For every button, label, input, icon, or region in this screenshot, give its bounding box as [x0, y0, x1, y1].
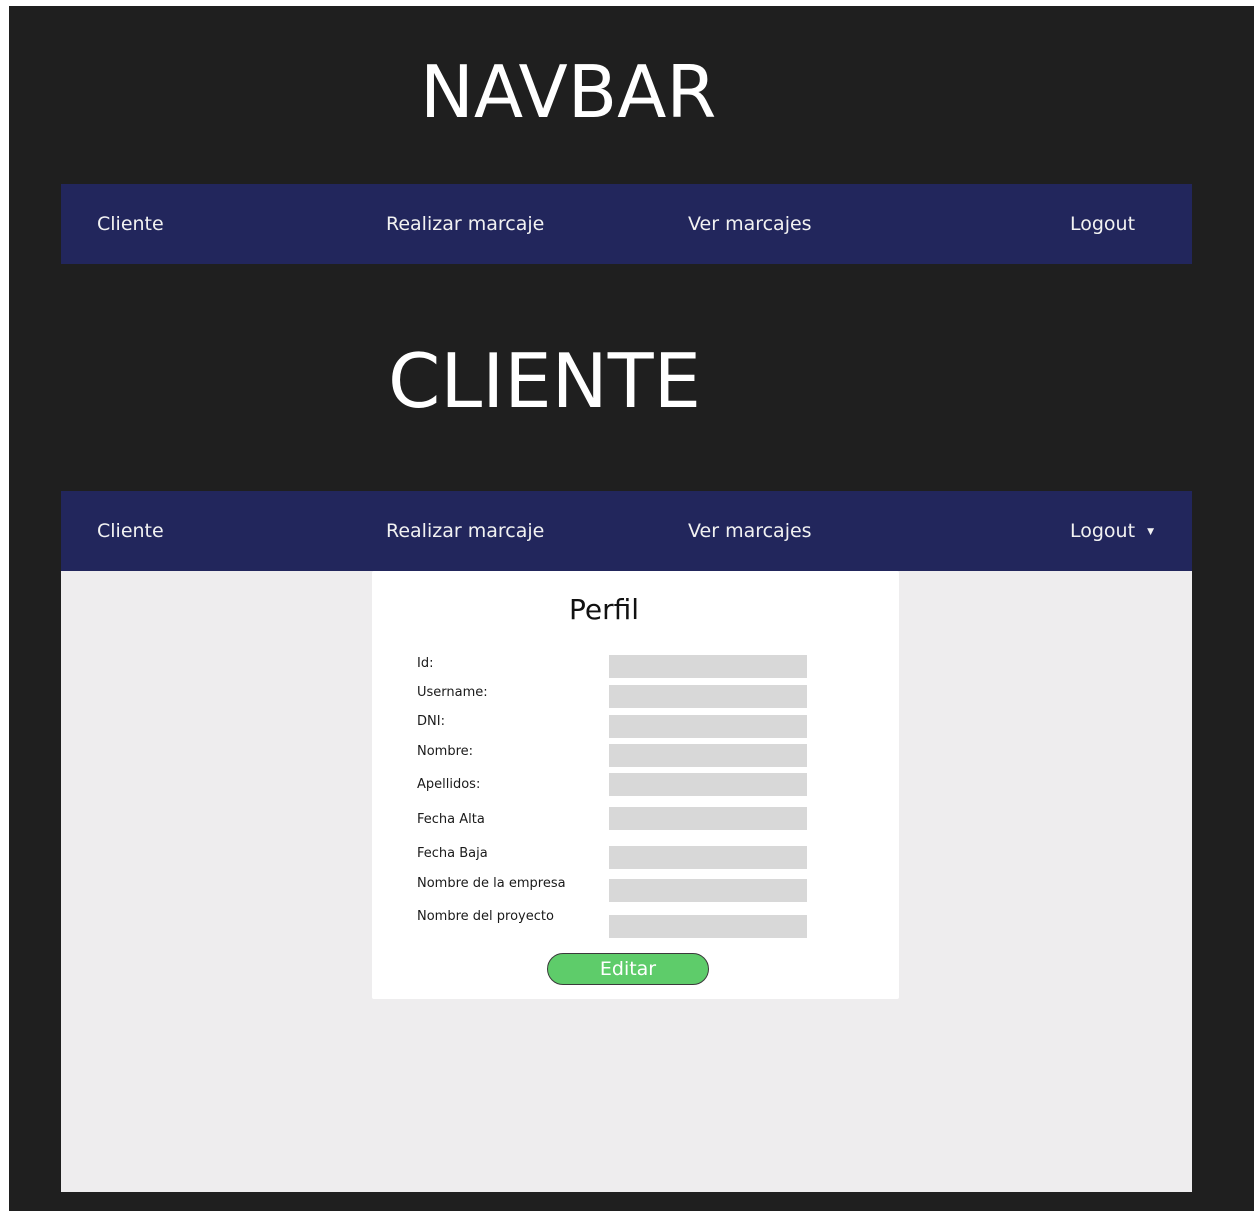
nav-link-ver-marcajes[interactable]: Ver marcajes: [688, 184, 812, 264]
field-label-id: Id:: [417, 656, 434, 671]
cliente-section-heading: CLIENTE: [388, 337, 701, 425]
field-label-fecha-alta: Fecha Alta: [417, 812, 485, 827]
navbar-cliente: Cliente Realizar marcaje Ver marcajes Lo…: [61, 491, 1192, 571]
logout-label: Logout: [1070, 520, 1136, 542]
caret-down-icon: ▼: [1147, 527, 1154, 537]
navbar-section-heading: NAVBAR: [420, 50, 717, 134]
nav-link-cliente[interactable]: Cliente: [97, 184, 164, 264]
nombre-field[interactable]: [609, 744, 807, 767]
nav-link-logout[interactable]: Logout: [1070, 184, 1135, 264]
navbar-top: Cliente Realizar marcaje Ver marcajes Lo…: [61, 184, 1192, 264]
nav-link-cliente[interactable]: Cliente: [97, 491, 164, 571]
field-label-username: Username:: [417, 685, 488, 700]
dni-field[interactable]: [609, 715, 807, 738]
profile-card: Perfil Id: Username: DNI: Nombre: Apelli…: [372, 571, 899, 999]
field-label-dni: DNI:: [417, 714, 445, 729]
nav-dropdown-logout[interactable]: Logout ▼: [1070, 491, 1154, 571]
fecha-baja-field[interactable]: [609, 846, 807, 869]
edit-button[interactable]: Editar: [547, 953, 709, 985]
nav-link-realizar-marcaje[interactable]: Realizar marcaje: [386, 491, 544, 571]
apellidos-field[interactable]: [609, 773, 807, 796]
fecha-alta-field[interactable]: [609, 807, 807, 830]
id-field[interactable]: [609, 655, 807, 678]
content-area: Perfil Id: Username: DNI: Nombre: Apelli…: [61, 571, 1192, 1192]
field-label-fecha-baja: Fecha Baja: [417, 846, 488, 861]
field-label-nombre-proyecto: Nombre del proyecto: [417, 909, 554, 924]
nombre-proyecto-field[interactable]: [609, 915, 807, 938]
nav-link-ver-marcajes[interactable]: Ver marcajes: [688, 491, 812, 571]
canvas: NAVBAR Cliente Realizar marcaje Ver marc…: [9, 6, 1254, 1211]
nav-link-realizar-marcaje[interactable]: Realizar marcaje: [386, 184, 544, 264]
nombre-empresa-field[interactable]: [609, 879, 807, 902]
field-label-nombre-empresa: Nombre de la empresa: [417, 876, 566, 891]
username-field[interactable]: [609, 685, 807, 708]
field-label-nombre: Nombre:: [417, 744, 474, 759]
profile-title: Perfil: [569, 593, 640, 626]
field-label-apellidos: Apellidos:: [417, 777, 481, 792]
